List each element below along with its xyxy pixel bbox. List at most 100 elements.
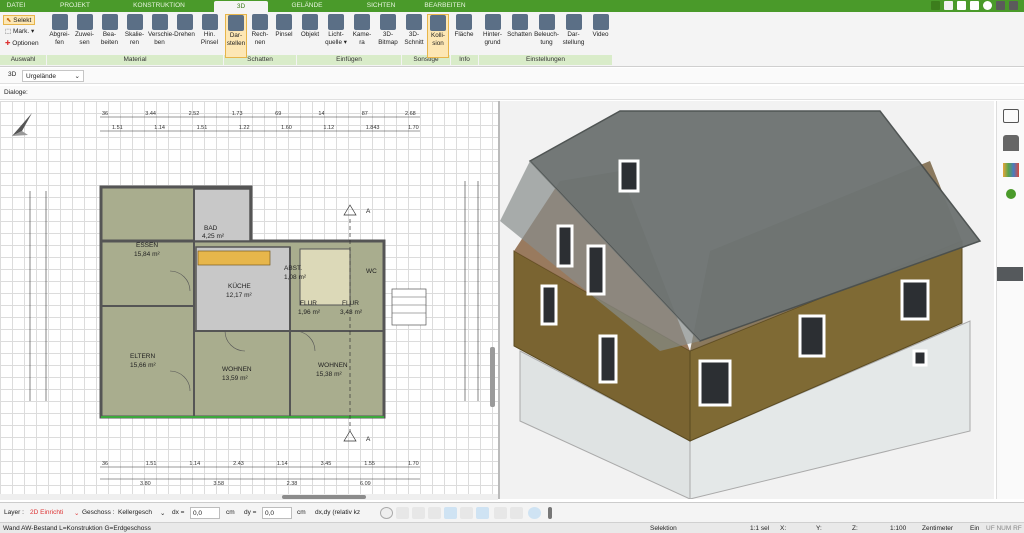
camera-icon[interactable] xyxy=(396,507,409,519)
material-button-1[interactable]: Zuwei- sen xyxy=(73,14,96,58)
layer-select[interactable]: 2D Einrichti xyxy=(30,509,63,516)
palette-icon[interactable] xyxy=(1003,163,1019,177)
snap-line-icon[interactable] xyxy=(444,507,457,519)
close-icon[interactable] xyxy=(1009,1,1018,10)
room-area: 15,66 m² xyxy=(130,362,156,369)
schatten-label: Dar- stellen xyxy=(226,32,246,47)
open-icon[interactable] xyxy=(944,1,953,10)
material-button-2[interactable]: Bea- beiten xyxy=(98,14,121,58)
dimension-label: 14 xyxy=(318,111,324,117)
more-icon[interactable] xyxy=(548,507,552,519)
tab-bearbeiten[interactable]: BEARBEITEN xyxy=(414,0,476,12)
chevron-down-icon[interactable]: ⌄ xyxy=(160,509,165,517)
chair-icon[interactable] xyxy=(1003,135,1019,151)
vertical-scrollbar[interactable] xyxy=(490,347,495,407)
room-area: 15,84 m² xyxy=(134,251,160,258)
coord-mode-select[interactable]: dx,dy (relativ kz xyxy=(315,509,360,516)
sonstige-label: Kolli- sion xyxy=(431,32,445,47)
dialoge-label: Dialoge: xyxy=(4,89,28,96)
dimension-label: 36 xyxy=(102,111,108,117)
mark-button[interactable]: ⬚ Mark. ▾ xyxy=(3,27,39,37)
dy-input[interactable]: 0,0 xyxy=(262,507,292,519)
room-area: 15,38 m² xyxy=(316,371,342,378)
tab-3d[interactable]: 3D xyxy=(214,1,268,12)
einstellungen-button-3[interactable]: Dar- stellung xyxy=(561,14,586,58)
tab-sichten[interactable]: SICHTEN xyxy=(356,0,406,12)
schatten-button-0[interactable]: Dar- stellen xyxy=(225,14,247,58)
status-scale: 1:100 xyxy=(890,525,907,532)
schatten-button-2[interactable]: Pinsel xyxy=(273,14,295,58)
material-button-3[interactable]: Skalie- ren xyxy=(123,14,146,58)
menu-icon[interactable] xyxy=(997,267,1023,281)
print-icon[interactable] xyxy=(412,507,425,519)
layers-small-icon[interactable] xyxy=(494,507,507,519)
link-icon[interactable] xyxy=(428,507,441,519)
tab-datei[interactable]: DATEI xyxy=(4,0,28,12)
room-name: WOHNEN xyxy=(222,366,252,373)
floor-plan-view[interactable]: 36 3.44 2.52 1.73 69 14 87 2.68 1.51 1.14 1.51 1.2… xyxy=(0,101,498,499)
3d-view[interactable] xyxy=(500,101,994,499)
video-icon xyxy=(592,14,609,30)
tab-konstruktion[interactable]: KONSTRUKTION xyxy=(126,0,192,12)
room-name: FLUR xyxy=(300,300,317,307)
einstellungen-label: Schatten xyxy=(507,31,532,38)
geschoss-select[interactable]: Kellergesch xyxy=(118,509,152,516)
einstellungen-button-0[interactable]: Hinter- grund xyxy=(480,14,505,58)
tab-projekt[interactable]: PROJEKT xyxy=(58,0,92,12)
material-label: Verschie- ben xyxy=(148,31,175,46)
clock-icon[interactable] xyxy=(380,507,393,519)
save-icon[interactable] xyxy=(957,1,966,10)
dx-input[interactable]: 0,0 xyxy=(190,507,220,519)
room-area: 1,08 m² xyxy=(284,274,307,281)
optionen-button[interactable]: ✚ Optionen xyxy=(3,39,45,49)
north-icon[interactable] xyxy=(528,507,541,519)
select-icon: ⬉ xyxy=(6,17,12,24)
schatten-button-1[interactable]: Rech- nen xyxy=(249,14,271,58)
info-button-0[interactable]: Fläche xyxy=(452,14,476,58)
material-button-5[interactable]: Drehen xyxy=(173,14,196,58)
material-button-0[interactable]: Abgrei- fen xyxy=(48,14,71,58)
einstellungen-button-1[interactable]: Schatten xyxy=(507,14,532,58)
tree-icon[interactable] xyxy=(1006,189,1016,199)
edit-icon xyxy=(101,14,118,30)
brush-icon xyxy=(76,14,93,30)
room-name: WOHNEN xyxy=(318,362,348,369)
einfuegen-button-1[interactable]: Licht- quelle ▾ xyxy=(324,14,348,58)
einfuegen-button-3[interactable]: 3D- Bitmap xyxy=(376,14,400,58)
terrain-select[interactable]: Urgelände ⌄ xyxy=(22,70,84,82)
bottom-toolbar: Layer : 2D Einrichti ⌄ Geschoss : Keller… xyxy=(0,502,1024,522)
einstellungen-button-2[interactable]: Beleuch- tung xyxy=(534,14,559,58)
einfuegen-button-2[interactable]: Kame- ra xyxy=(350,14,374,58)
selekt-button[interactable]: ⬉ Selekt xyxy=(3,15,35,25)
sonstige-button-0[interactable]: 3D- Schnitt xyxy=(403,14,425,58)
material-button-6[interactable]: Hin. Pinsel xyxy=(198,14,221,58)
floor-plan-svg[interactable]: 36 3.44 2.52 1.73 69 14 87 2.68 1.51 1.14 1.51 1.2… xyxy=(0,101,498,499)
einfuegen-button-0[interactable]: Objekt xyxy=(298,14,322,58)
status-object: Wand AW-Bestand L=Konstruktion G=Erdgesc… xyxy=(3,525,151,532)
room-name: ESSEN xyxy=(136,242,158,249)
material-label: Drehen xyxy=(174,31,195,38)
print-icon[interactable] xyxy=(970,1,979,10)
snap-curve-icon[interactable] xyxy=(460,507,473,519)
schatten-label: Rech- nen xyxy=(251,31,269,46)
chevron-down-icon[interactable]: ⌄ xyxy=(74,509,79,517)
3d-house-render xyxy=(500,110,982,499)
info-label: Fläche xyxy=(454,31,474,38)
material-label: Zuwei- sen xyxy=(75,31,94,46)
tab-gelaende[interactable]: GELÄNDE xyxy=(282,0,332,12)
dimension-label: 1.12 xyxy=(323,125,334,131)
terrain-value: Urgelände xyxy=(26,73,56,80)
plane-icon[interactable] xyxy=(476,507,489,519)
grid-icon[interactable] xyxy=(510,507,523,519)
sonstige-button-1[interactable]: Kolli- sion xyxy=(427,14,449,58)
help-icon[interactable] xyxy=(983,1,992,10)
layers-icon[interactable] xyxy=(1003,109,1019,123)
material-label: Hin. Pinsel xyxy=(200,31,219,46)
minimize-icon[interactable] xyxy=(996,1,1005,10)
einfuegen-label: Objekt xyxy=(300,31,320,38)
scroll-thumb[interactable] xyxy=(282,495,366,499)
einstellungen-button-4[interactable]: Video xyxy=(588,14,613,58)
material-button-4[interactable]: Verschie- ben xyxy=(148,14,175,58)
horizontal-scrollbar[interactable] xyxy=(0,494,498,500)
pen-icon[interactable] xyxy=(931,1,940,10)
